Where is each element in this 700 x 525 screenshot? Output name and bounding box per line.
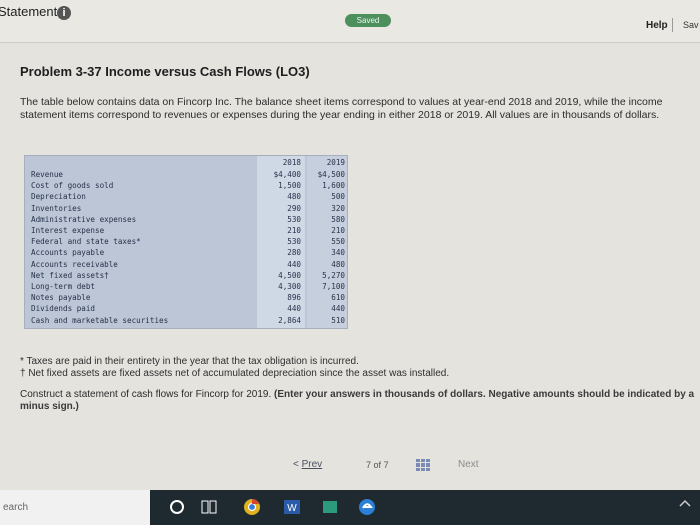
cortana-icon[interactable] bbox=[168, 498, 186, 516]
row-label: Inventories bbox=[31, 203, 82, 213]
word-icon[interactable]: W bbox=[283, 498, 301, 516]
statement-label: Statement bbox=[0, 4, 58, 19]
page-total: 7 bbox=[383, 460, 389, 470]
cell-2019: 580 bbox=[331, 214, 345, 224]
cell-2018: $4,400 bbox=[273, 170, 301, 179]
cell-2019: 1,600 bbox=[322, 181, 345, 191]
page-of: of bbox=[373, 460, 382, 470]
cell-2019: 510 bbox=[331, 315, 345, 325]
row-label: Federal and state taxes* bbox=[31, 237, 141, 247]
row-label: Accounts payable bbox=[31, 248, 105, 258]
cell-2019: $4,500 bbox=[317, 170, 345, 179]
info-icon[interactable]: i bbox=[57, 6, 71, 20]
cell-2019: 480 bbox=[331, 259, 345, 269]
cell-2018: 530 bbox=[287, 237, 301, 247]
footnote-fixed-assets: † Net fixed assets are fixed assets net … bbox=[20, 368, 450, 379]
cell-2019: 320 bbox=[331, 203, 345, 213]
instructions-text: Construct a statement of cash flows for … bbox=[20, 389, 272, 400]
task-view-icon[interactable] bbox=[200, 498, 218, 516]
top-bar: Statement i Saved Help Sav bbox=[0, 0, 700, 43]
cell-2018: 896 bbox=[287, 293, 301, 303]
cell-2019: 5,270 bbox=[322, 270, 345, 280]
header-2018: 2018 bbox=[282, 158, 301, 167]
taskbar: earch W bbox=[0, 490, 700, 525]
row-label: Accounts receivable bbox=[31, 259, 118, 269]
cell-2018: 440 bbox=[287, 304, 301, 314]
cell-2018: 1,500 bbox=[278, 181, 301, 191]
cell-2019: 440 bbox=[331, 304, 345, 314]
instructions: Construct a statement of cash flows for … bbox=[20, 389, 700, 413]
row-label: Cost of goods sold bbox=[31, 181, 114, 191]
row-label: Dividends paid bbox=[31, 304, 96, 314]
row-label: Notes payable bbox=[31, 293, 91, 303]
help-button[interactable]: Help bbox=[646, 20, 668, 31]
cell-2018: 4,500 bbox=[278, 270, 301, 280]
cell-2019: 340 bbox=[331, 248, 345, 258]
divider bbox=[672, 18, 673, 32]
row-label: Net fixed assets† bbox=[31, 270, 109, 280]
svg-text:W: W bbox=[287, 503, 297, 514]
cell-2019: 210 bbox=[331, 226, 345, 235]
chevron-up-icon[interactable] bbox=[676, 495, 694, 513]
page-indicator: 7 of 7 bbox=[366, 460, 389, 470]
cell-2019: 610 bbox=[331, 293, 345, 303]
saved-status-badge: Saved bbox=[345, 14, 391, 27]
page-current: 7 bbox=[366, 460, 372, 470]
row-label: Depreciation bbox=[31, 192, 86, 202]
edge-icon[interactable] bbox=[358, 498, 376, 516]
prev-button[interactable]: < Prev bbox=[293, 459, 322, 470]
cell-2018: 2,864 bbox=[278, 315, 301, 325]
row-label: Administrative expenses bbox=[31, 214, 137, 224]
row-label: Interest expense bbox=[31, 226, 105, 235]
problem-intro: The table below contains data on Fincorp… bbox=[20, 96, 663, 121]
cell-2018: 290 bbox=[287, 203, 301, 213]
chrome-icon[interactable] bbox=[243, 498, 261, 516]
cell-2018: 440 bbox=[287, 259, 301, 269]
row-label: Cash and marketable securities bbox=[31, 315, 169, 325]
save-button[interactable]: Sav bbox=[683, 20, 699, 30]
cell-2018: 4,300 bbox=[278, 282, 301, 291]
footnote-taxes: * Taxes are paid in their entirety in th… bbox=[20, 356, 359, 367]
prev-arrow-icon: < bbox=[293, 459, 299, 470]
cell-2018: 280 bbox=[287, 248, 301, 258]
row-label: Long-term debt bbox=[31, 282, 96, 291]
grid-icon[interactable] bbox=[416, 459, 430, 471]
media-icon[interactable] bbox=[321, 498, 339, 516]
cell-2018: 530 bbox=[287, 214, 301, 224]
cell-2019: 550 bbox=[331, 237, 345, 247]
row-label: Revenue bbox=[31, 170, 64, 179]
data-table: 2018 2019 Revenue $4,400 $4,500 Cost of goo… bbox=[24, 155, 348, 329]
next-button[interactable]: Next bbox=[458, 459, 479, 470]
cell-2018: 480 bbox=[287, 192, 301, 202]
cell-2019: 7,100 bbox=[322, 282, 345, 291]
problem-title: Problem 3-37 Income versus Cash Flows (L… bbox=[20, 64, 310, 79]
cell-2018: 210 bbox=[287, 226, 301, 235]
cell-2019: 500 bbox=[331, 192, 345, 202]
header-2019: 2019 bbox=[326, 158, 345, 167]
taskbar-search-input[interactable]: earch bbox=[0, 490, 150, 525]
prev-label: Prev bbox=[301, 459, 323, 470]
